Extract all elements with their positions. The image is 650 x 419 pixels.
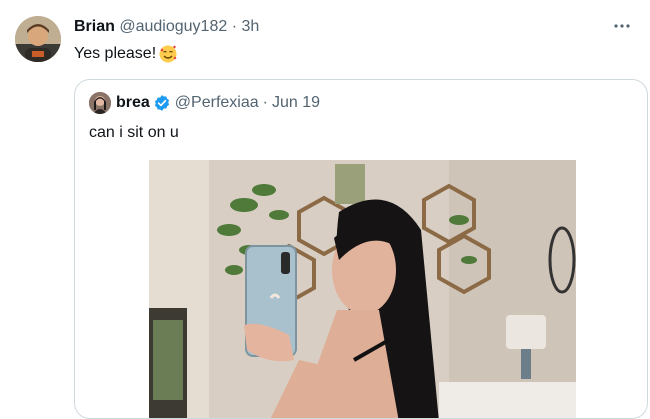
author-name[interactable]: Brian: [74, 18, 115, 35]
quoted-tweet-text: can i sit on u: [89, 124, 179, 141]
more-options-icon[interactable]: [610, 14, 634, 38]
quoted-tweet-photo[interactable]: [149, 160, 576, 418]
tweet-body: Yes please!: [74, 43, 178, 65]
quoted-tweet[interactable]: brea @Perfexiaa · Jun 19 can i sit on u: [74, 79, 648, 419]
separator: ·: [231, 18, 238, 35]
quoted-author-handle[interactable]: @Perfexiaa: [175, 94, 259, 112]
tweet-time[interactable]: 3h: [241, 18, 259, 35]
tweet-text: Yes please!: [74, 45, 157, 62]
quoted-author-avatar[interactable]: [89, 92, 111, 114]
quoted-tweet-date[interactable]: Jun 19: [272, 94, 320, 112]
verified-badge-icon: [154, 95, 169, 111]
author-handle[interactable]: @audioguy182: [119, 18, 227, 35]
separator: ·: [262, 94, 268, 111]
tweet-header: Brian @audioguy182 · 3h: [74, 17, 259, 37]
author-avatar[interactable]: [15, 16, 61, 62]
quoted-author-name[interactable]: brea: [116, 94, 150, 112]
quoted-tweet-header: brea @Perfexiaa · Jun 19: [89, 92, 320, 114]
smiling-face-with-hearts-icon: [158, 44, 178, 64]
